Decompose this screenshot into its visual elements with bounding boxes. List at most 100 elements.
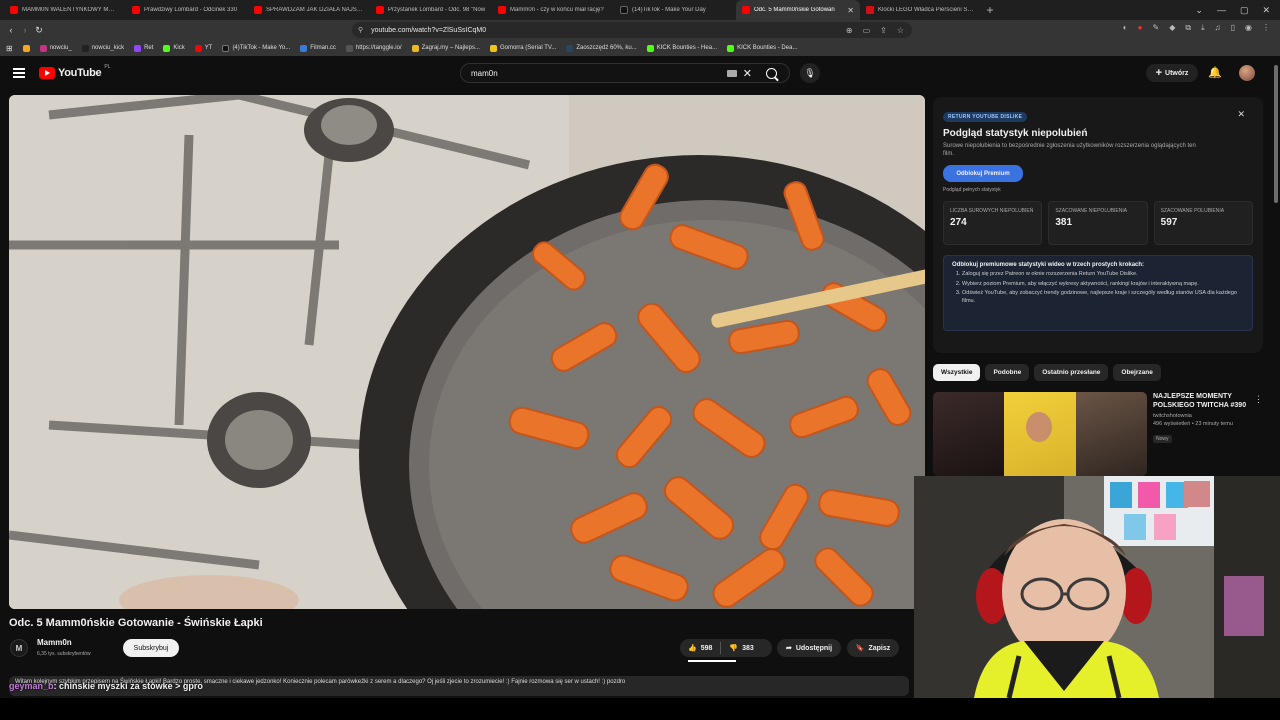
bookmark-item[interactable]: Ret xyxy=(134,44,153,52)
chip-similar[interactable]: Podobne xyxy=(985,364,1030,381)
media-icon[interactable]: ♫ xyxy=(1215,23,1221,33)
dislike-button[interactable]: 👎 383 xyxy=(721,644,761,653)
share-button[interactable]: ➦ Udostępnij xyxy=(777,639,841,657)
return-youtube-dislike-panel: RETURN YOUTUBE DISLIKE ✕ Podgląd statyst… xyxy=(933,97,1263,353)
zoom-icon[interactable]: ⊕ xyxy=(846,26,853,35)
forward-icon[interactable]: › xyxy=(18,25,32,35)
chat-username: geyman_b xyxy=(9,681,54,691)
ryd-subtitle: Surowe niepolubienia to bezpośrednie zgł… xyxy=(943,143,1196,157)
apps-icon[interactable]: ⊞ xyxy=(6,44,13,53)
notifications-bell-icon[interactable]: 🔔 xyxy=(1208,66,1222,79)
bookmark-item[interactable]: Gomorra (Serial TV... xyxy=(489,44,556,52)
close-icon[interactable]: ✕ xyxy=(847,6,854,15)
x-icon xyxy=(81,44,89,52)
bookmark-star-icon[interactable]: ☆ xyxy=(897,26,904,35)
save-button[interactable]: 🔖 Zapisz xyxy=(847,639,899,657)
ryd-step: Odśwież YouTube, aby zobaczyć trendy god… xyxy=(962,290,1244,305)
unlock-premium-button[interactable]: Odblokuj Premium xyxy=(943,165,1023,182)
extension-icon[interactable]: ◐ xyxy=(1123,23,1128,33)
video-player[interactable] xyxy=(9,95,925,609)
menu-dots-icon[interactable]: ⋮ xyxy=(1262,23,1270,33)
bookmark-item[interactable]: https://tanggle.io/ xyxy=(345,44,402,52)
browser-tab[interactable]: Przystanek Lombard - Odc. 98 "Now xyxy=(370,0,492,20)
chip-all[interactable]: Wszystkie xyxy=(933,364,981,381)
chip-watched[interactable]: Obejrzane xyxy=(1113,364,1161,381)
ryd-badge: RETURN YOUTUBE DISLIKE xyxy=(943,112,1028,122)
puzzle-icon[interactable]: ⧉ xyxy=(1185,23,1191,33)
share-page-icon[interactable]: ⇪ xyxy=(880,26,887,35)
tab-title: Przystanek Lombard - Odc. 98 "Now xyxy=(388,7,486,13)
bookmark-item[interactable]: Filman.cc xyxy=(300,44,336,52)
subscribe-button[interactable]: Subskrybuj xyxy=(123,639,179,657)
extension-icon[interactable]: ✎ xyxy=(1152,23,1159,33)
browser-tab-active[interactable]: Odc. 5 Mamm0ńskie Gotowan ✕ xyxy=(736,0,860,20)
browser-tab[interactable]: Klocki LEGO Władca Pierścieni Skrzy xyxy=(860,0,982,20)
reload-icon[interactable]: ↻ xyxy=(32,25,46,36)
microphone-icon[interactable]: 🎙 xyxy=(800,63,820,83)
recommended-channel[interactable]: twitchshotownia xyxy=(1153,413,1257,419)
more-options-icon[interactable]: ⋮ xyxy=(1254,394,1263,405)
tab-title: SPRAWDZAM JAK DZIAŁA NAJSŁYN xyxy=(266,7,364,13)
bookmark-item[interactable]: KICK Bounties - Dea... xyxy=(727,44,797,52)
browser-tab[interactable]: MAMM0N WALENTYNKOWY MIXTAP xyxy=(4,0,126,20)
install-icon[interactable]: ▭ xyxy=(863,26,871,35)
recommended-video[interactable]: NAJLEPSZE MOMENTY POLSKIEGO TWITCHA #390… xyxy=(933,392,1267,476)
bookmark-item[interactable]: Zagraj.my – Najleps... xyxy=(411,44,480,52)
stream-chat-message: geyman_b: chińskie myszki za stówke > gp… xyxy=(9,681,203,691)
bookmark-item[interactable]: KICK Bounties - Hea... xyxy=(646,44,717,52)
new-tab-icon[interactable]: + xyxy=(982,3,998,17)
twitch-icon xyxy=(134,44,142,52)
like-button[interactable]: 👍 598 xyxy=(680,644,720,653)
chip-recent[interactable]: Ostatnio przesłane xyxy=(1034,364,1109,381)
close-window-icon[interactable]: ✕ xyxy=(1262,5,1270,16)
search-query[interactable]: mam0n xyxy=(471,69,498,78)
recommended-title[interactable]: NAJLEPSZE MOMENTY POLSKIEGO TWITCHA #390 xyxy=(1153,392,1257,410)
browser-tab[interactable]: Mamm0n - czy w końcu miał rację? xyxy=(492,0,614,20)
downloads-icon[interactable]: ⤓ xyxy=(1201,23,1205,33)
bookmark-item[interactable] xyxy=(22,44,30,52)
bookmark-item[interactable]: (4)TikTok - Make Yo... xyxy=(222,44,290,52)
back-icon[interactable]: ‹ xyxy=(4,25,18,35)
bookmark-item[interactable]: Kick xyxy=(163,44,185,52)
bottom-black-bar xyxy=(0,698,1280,720)
tab-search-icon[interactable]: ⌄ xyxy=(1195,5,1203,16)
browser-tab[interactable]: SPRAWDZAM JAK DZIAŁA NAJSŁYN xyxy=(248,0,370,20)
close-icon[interactable]: ✕ xyxy=(1237,109,1245,120)
profile-icon[interactable]: ◉ xyxy=(1245,23,1252,33)
tab-title: (14)TikTok - Make Your Day xyxy=(632,7,706,13)
bookmark-item[interactable]: nowciu_kick xyxy=(81,44,124,52)
bookmark-item[interactable]: Zaoszczędź 60%, ku... xyxy=(566,44,637,52)
youtube-logo[interactable]: YouTube PL xyxy=(39,64,110,79)
bookmark-item[interactable]: YT xyxy=(194,44,212,52)
maximize-icon[interactable]: ▢ xyxy=(1240,5,1249,16)
site-info-icon[interactable]: ⚲ xyxy=(358,26,363,34)
address-bar[interactable]: ⚲ youtube.com/watch?v=ZlSuSsICqM0 ⊕ ▭ ⇪ … xyxy=(352,22,912,38)
plus-icon: + xyxy=(1155,67,1163,79)
scrollbar-thumb[interactable] xyxy=(1274,65,1278,203)
channel-name[interactable]: Mamm0n xyxy=(37,638,72,647)
keyboard-icon[interactable] xyxy=(726,69,737,77)
search-input[interactable]: mam0n ✕ xyxy=(460,63,790,83)
search-icon[interactable] xyxy=(766,67,777,79)
bookmark-item[interactable]: nowciu_ xyxy=(39,44,72,52)
like-ratio-bar xyxy=(688,660,736,662)
sidebar-icon[interactable]: ▯ xyxy=(1231,23,1235,33)
game-icon xyxy=(411,44,419,52)
chat-text: : chińskie myszki za stówke > gpro xyxy=(53,681,203,691)
video-meta: NAJLEPSZE MOMENTY POLSKIEGO TWITCHA #390… xyxy=(1153,392,1257,445)
url-text[interactable]: youtube.com/watch?v=ZlSuSsICqM0 xyxy=(371,27,486,34)
webcam-overlay xyxy=(914,476,1280,698)
browser-tab[interactable]: (14)TikTok - Make Your Day xyxy=(614,0,736,20)
video-thumbnail[interactable] xyxy=(933,392,1147,476)
channel-avatar[interactable]: M xyxy=(10,639,28,657)
extension-icon[interactable]: ◆ xyxy=(1169,23,1175,33)
minimize-icon[interactable]: — xyxy=(1217,5,1226,15)
hamburger-menu-icon[interactable] xyxy=(13,68,25,78)
clear-search-icon[interactable]: ✕ xyxy=(743,67,752,80)
extension-icon[interactable]: ● xyxy=(1138,23,1143,33)
lego-icon xyxy=(866,6,874,14)
account-avatar[interactable] xyxy=(1239,65,1255,81)
browser-tab[interactable]: Prawdziwy Lombard - Odcinek 330 xyxy=(126,0,248,20)
create-button[interactable]: + Utwórz xyxy=(1146,64,1198,82)
youtube-icon xyxy=(376,6,384,14)
